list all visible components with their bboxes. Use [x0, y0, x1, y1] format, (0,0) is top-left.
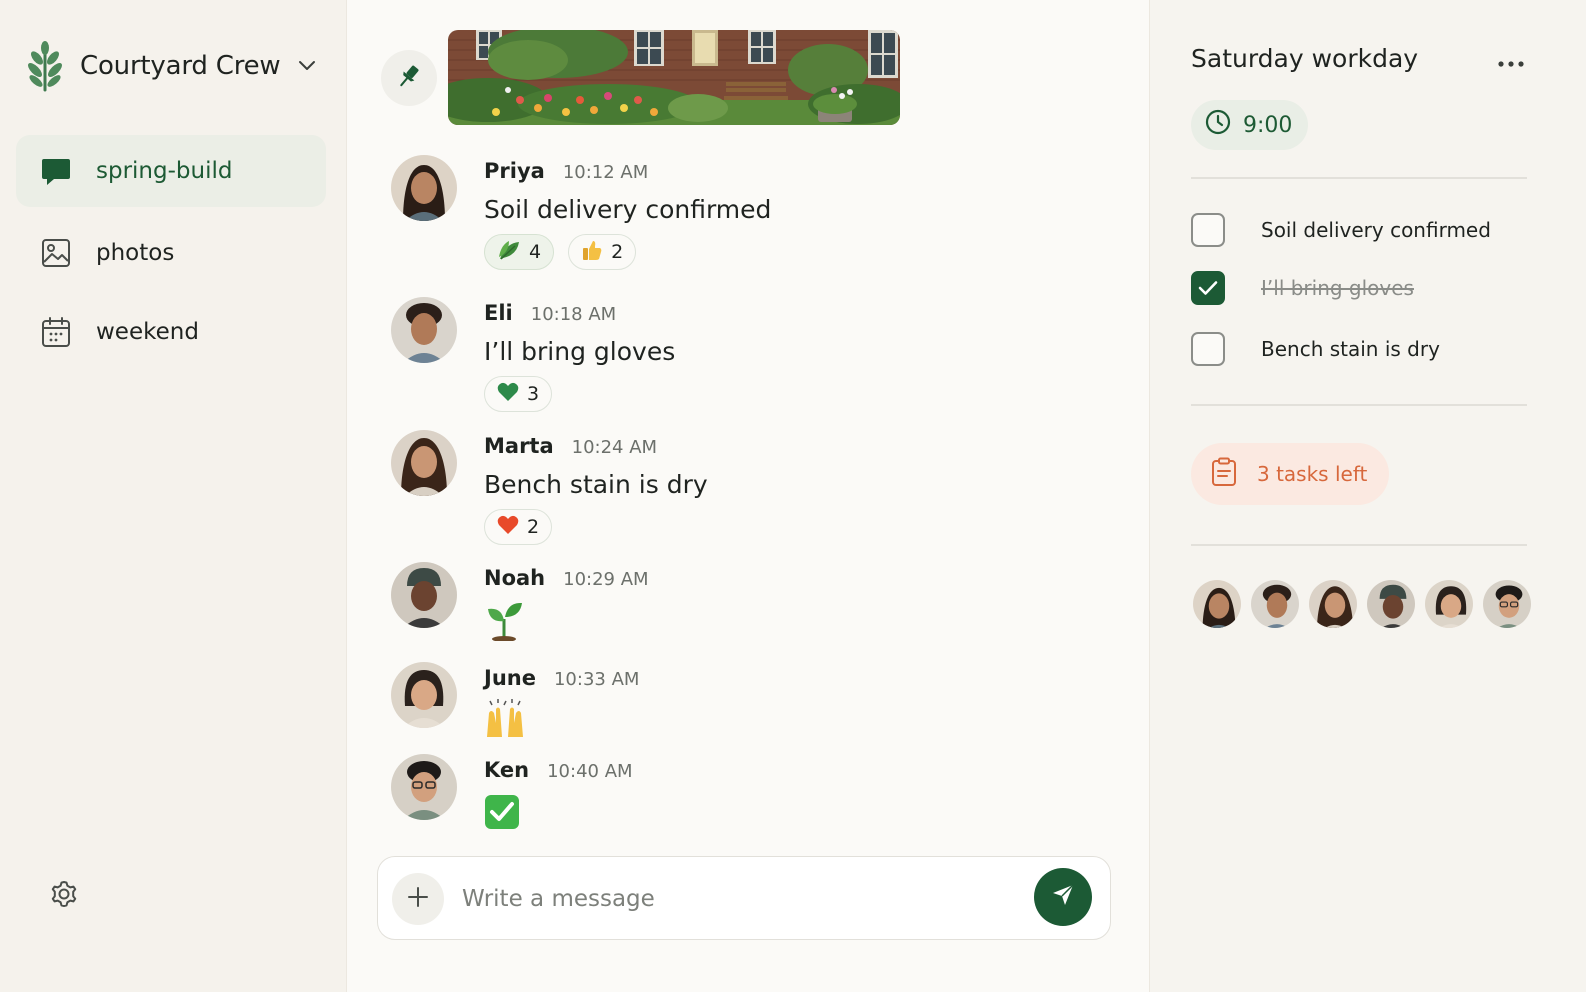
green-heart-emoji-icon: [497, 382, 519, 407]
message-timestamp: 10:24 AM: [571, 437, 658, 458]
tasks-left-badge[interactable]: 3 tasks left: [1191, 443, 1390, 505]
event-time-chip[interactable]: 9:00: [1191, 100, 1309, 150]
avatar[interactable]: [391, 562, 457, 628]
avatar[interactable]: [391, 155, 457, 221]
event-panel: Saturday workday 9:00 Soil delivery conf…: [1151, 0, 1586, 992]
leaf-sprig-icon: [24, 40, 66, 92]
message-text: Bench stain is dry: [484, 470, 708, 499]
message-author[interactable]: Ken: [484, 758, 529, 782]
sidebar: Courtyard Crew spring-build photos weeke…: [0, 0, 346, 992]
message-author[interactable]: Eli: [484, 301, 513, 325]
chat-main: Priya 10:12 AM Soil delivery confirmed 4…: [346, 0, 1150, 992]
workspace-name: Courtyard Crew: [80, 51, 281, 81]
seedling-emoji-icon: [484, 598, 528, 642]
reaction-leaf[interactable]: 4: [484, 234, 555, 270]
member-avatar-ken[interactable]: [1481, 578, 1533, 630]
clipboard-icon: [1211, 457, 1237, 492]
sidebar-item-label: spring-build: [96, 158, 233, 184]
message-author[interactable]: Noah: [484, 566, 545, 590]
member-avatars: [1191, 578, 1533, 630]
more-horizontal-icon: [1497, 53, 1525, 72]
gear-icon: [49, 879, 79, 913]
task-checkbox[interactable]: [1191, 213, 1225, 247]
message-author[interactable]: Marta: [484, 434, 554, 458]
send-icon: [1050, 882, 1076, 912]
message-composer: [377, 856, 1111, 940]
message-author[interactable]: Priya: [484, 159, 545, 183]
check-mark-button-emoji-icon: [484, 790, 528, 834]
reaction-thumbs-up[interactable]: 2: [568, 234, 637, 270]
raising-hands-emoji-icon: [484, 698, 528, 742]
send-button[interactable]: [1034, 868, 1092, 926]
pin-icon: [395, 62, 423, 94]
panel-title: Saturday workday: [1191, 44, 1419, 73]
more-options-button[interactable]: [1493, 48, 1529, 76]
reaction-count: 4: [529, 241, 542, 263]
chevron-down-icon: [298, 60, 316, 72]
task-label: Bench stain is dry: [1261, 337, 1440, 361]
add-attachment-button[interactable]: [392, 873, 444, 925]
reaction-count: 3: [527, 383, 540, 405]
reaction-red-heart[interactable]: 2: [484, 509, 553, 545]
calendar-icon: [38, 314, 74, 350]
task-checkbox-checked[interactable]: [1191, 271, 1225, 305]
reaction-count: 2: [611, 241, 624, 263]
task-label: I’ll bring gloves: [1261, 276, 1414, 300]
member-avatar-marta[interactable]: [1307, 578, 1359, 630]
sidebar-item-label: photos: [96, 240, 175, 266]
member-avatar-june[interactable]: [1423, 578, 1475, 630]
message-input[interactable]: [462, 877, 1022, 921]
message-author[interactable]: June: [484, 666, 536, 690]
task-item[interactable]: Bench stain is dry: [1191, 329, 1531, 369]
member-avatar-eli[interactable]: [1249, 578, 1301, 630]
member-avatar-noah[interactable]: [1365, 578, 1417, 630]
image-icon: [38, 235, 74, 271]
thumbs-up-emoji-icon: [581, 239, 603, 266]
task-item[interactable]: I’ll bring gloves: [1191, 268, 1531, 308]
leaf-emoji-icon: [497, 239, 521, 266]
divider: [1191, 544, 1527, 546]
message-timestamp: 10:33 AM: [553, 669, 640, 690]
avatar[interactable]: [391, 662, 457, 728]
task-checkbox[interactable]: [1191, 332, 1225, 366]
sidebar-item-weekend[interactable]: weekend: [16, 296, 326, 368]
message-text: I’ll bring gloves: [484, 337, 676, 366]
task-item[interactable]: Soil delivery confirmed: [1191, 210, 1531, 250]
divider: [1191, 404, 1527, 406]
avatar[interactable]: [391, 430, 457, 496]
red-heart-emoji-icon: [497, 515, 519, 540]
event-time: 9:00: [1243, 112, 1293, 138]
plus-icon: [407, 886, 429, 912]
sidebar-item-label: weekend: [96, 319, 199, 345]
task-label: Soil delivery confirmed: [1261, 218, 1491, 242]
message-timestamp: 10:12 AM: [562, 162, 649, 183]
chat-bubble-icon: [38, 153, 74, 189]
message-timestamp: 10:40 AM: [547, 761, 633, 782]
workspace-switcher[interactable]: Courtyard Crew: [24, 40, 316, 92]
message-timestamp: 10:18 AM: [530, 304, 617, 325]
pinned-garden-photo[interactable]: [448, 30, 900, 125]
checkmark-icon: [1198, 281, 1218, 295]
avatar[interactable]: [391, 297, 457, 363]
reaction-green-heart[interactable]: 3: [484, 376, 553, 412]
reaction-count: 2: [527, 516, 540, 538]
divider: [1191, 177, 1527, 179]
message-timestamp: 10:29 AM: [563, 569, 649, 590]
sidebar-item-photos[interactable]: photos: [16, 217, 326, 289]
avatar[interactable]: [391, 754, 457, 820]
member-avatar-priya[interactable]: [1191, 578, 1243, 630]
pin-button[interactable]: [381, 50, 437, 106]
message-text: Soil delivery confirmed: [484, 195, 772, 224]
settings-button[interactable]: [44, 876, 84, 916]
sidebar-item-spring-build[interactable]: spring-build: [16, 135, 326, 207]
clock-icon: [1205, 109, 1231, 141]
tasks-left-label: 3 tasks left: [1257, 462, 1368, 486]
